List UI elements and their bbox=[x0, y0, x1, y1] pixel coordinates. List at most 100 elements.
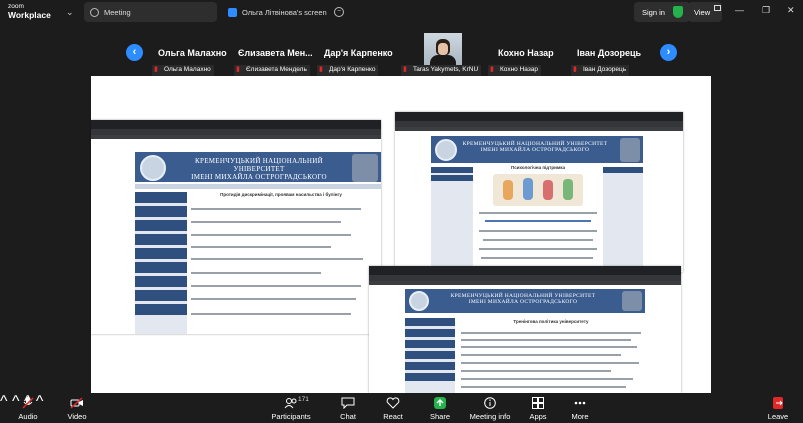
mic-muted-icon bbox=[22, 397, 34, 409]
browser-window-2[interactable]: КРЕМЕНЧУЦЬКИЙ НАЦІОНАЛЬНИЙ УНІВЕРСИТЕТ І… bbox=[395, 112, 683, 272]
tab-meeting-label: Meeting bbox=[104, 7, 131, 17]
browser-window-1[interactable]: КРЕМЕНЧУЦЬКИЙ НАЦІОНАЛЬНИЙ УНІВЕРСИТЕТ І… bbox=[91, 120, 381, 334]
mic-muted-icon: ▮ bbox=[236, 66, 240, 73]
meeting-icon bbox=[90, 7, 99, 17]
tile-label-1[interactable]: ▮ Ольга Малахно bbox=[152, 65, 214, 76]
next-page-button[interactable]: › bbox=[660, 44, 677, 61]
tile-label-text-1: Ольга Малахно bbox=[164, 66, 211, 73]
tile-name-2: Єлизавета Мен... bbox=[238, 48, 313, 58]
tile-label-text-4: Taras Yakymets, KrNU bbox=[413, 66, 479, 73]
site-sidebar bbox=[405, 318, 455, 393]
view-button[interactable]: View bbox=[688, 2, 722, 22]
mic-muted-icon: ▮ bbox=[319, 66, 323, 73]
tab-shared-screen[interactable]: Ольга Літвінова's screen − bbox=[222, 2, 350, 22]
view-label: View bbox=[694, 7, 711, 17]
info-icon bbox=[484, 397, 496, 409]
browser-tabbar bbox=[369, 266, 681, 275]
meeting-info-label: Meeting info bbox=[469, 412, 511, 421]
right-sidebar bbox=[603, 167, 643, 272]
share-icon bbox=[434, 397, 446, 409]
university-seal bbox=[409, 291, 429, 311]
chat-label: Chat bbox=[340, 412, 356, 421]
audio-button[interactable]: Audio bbox=[6, 393, 50, 423]
browser-tabbar bbox=[91, 120, 381, 129]
screen-share-icon bbox=[228, 7, 237, 17]
tile-label-text-5: Кохно Назар bbox=[500, 66, 539, 73]
participant-video-taras[interactable] bbox=[424, 33, 462, 65]
leave-button[interactable]: Leave bbox=[756, 393, 800, 423]
apps-icon bbox=[532, 397, 544, 409]
tile-label-2[interactable]: ▮ Єлизавета Мендель bbox=[234, 65, 310, 76]
mic-muted-icon: ▮ bbox=[573, 66, 577, 73]
sign-in-label: Sign in bbox=[642, 7, 665, 17]
tile-name-6: Іван Дозорець bbox=[577, 48, 642, 58]
tile-label-text-2: Єлизавета Мендель bbox=[246, 66, 307, 73]
university-banner-3: КРЕМЕНЧУЦЬКИЙ НАЦІОНАЛЬНИЙ УНІВЕРСИТЕТ І… bbox=[405, 289, 645, 313]
tile-label-4[interactable]: ▮ Taras Yakymets, KrNU bbox=[401, 65, 482, 76]
university-seal bbox=[140, 155, 166, 181]
banner-line-2: ІМЕНІ МИХАЙЛА ОСТРОГРАДСЬКОГО bbox=[468, 299, 578, 306]
participants-icon bbox=[284, 398, 297, 409]
tab-screen-label: Ольга Літвінова's screen bbox=[242, 7, 327, 17]
tile-label-text-3: Дар'я Карпенко bbox=[329, 66, 376, 73]
breadcrumb-bar bbox=[135, 184, 381, 189]
browser-window-3[interactable]: КРЕМЕНЧУЦЬКИЙ НАЦІОНАЛЬНИЙ УНІВЕРСИТЕТ І… bbox=[369, 266, 681, 393]
banner-line-1: КРЕМЕНЧУЦЬКИЙ НАЦІОНАЛЬНИЙ УНІВЕРСИТЕТ bbox=[195, 157, 323, 174]
zoom-logo: zoom Workplace bbox=[8, 2, 51, 20]
minimize-icon[interactable]: — bbox=[735, 5, 744, 15]
apps-button[interactable]: Apps bbox=[516, 393, 560, 423]
page-heading-1: Протидія дискримінації, проявам насильст… bbox=[220, 192, 342, 197]
tile-name-3: Дар'я Карпенко bbox=[324, 48, 393, 58]
page-heading-3: Тренінгова політика університету bbox=[513, 319, 589, 324]
meeting-info-button[interactable]: Meeting info bbox=[468, 393, 512, 423]
restore-icon[interactable]: ❐ bbox=[762, 5, 770, 16]
more-button[interactable]: More bbox=[558, 393, 602, 423]
tab-meeting[interactable]: Meeting bbox=[84, 2, 217, 22]
chat-button[interactable]: Chat bbox=[326, 393, 370, 423]
leave-icon bbox=[773, 397, 783, 409]
tile-label-5[interactable]: ▮ Кохно Назар bbox=[488, 65, 542, 76]
mic-muted-icon: ▮ bbox=[490, 66, 494, 73]
participant-count: 171 bbox=[298, 396, 309, 403]
founder-portrait bbox=[620, 138, 640, 162]
browser-bookmarks bbox=[369, 281, 681, 285]
react-button[interactable]: React bbox=[371, 393, 415, 423]
browser-bookmarks bbox=[91, 135, 381, 139]
chevron-down-icon[interactable]: ⌄ bbox=[66, 7, 74, 18]
share-label: Share bbox=[429, 412, 450, 421]
heart-icon bbox=[386, 397, 400, 409]
founder-portrait bbox=[352, 154, 378, 182]
site-sidebar bbox=[135, 192, 187, 334]
participant-strip: ‹ › Ольга Малахно ▮ Ольга Малахно Єлизаве… bbox=[0, 24, 803, 76]
share-button[interactable]: Share bbox=[418, 393, 462, 423]
shared-screen[interactable]: КРЕМЕНЧУЦЬКИЙ НАЦІОНАЛЬНИЙ УНІВЕРСИТЕТ І… bbox=[91, 76, 711, 393]
grid-view-icon bbox=[714, 5, 721, 11]
mic-muted-icon: ▮ bbox=[403, 66, 407, 73]
university-seal bbox=[435, 139, 457, 161]
title-bar: zoom Workplace ⌄ Meeting Ольга Літвінова… bbox=[0, 0, 803, 24]
more-icon bbox=[574, 401, 586, 405]
audio-label: Audio bbox=[18, 412, 38, 421]
tile-name-1: Ольга Малахно bbox=[158, 48, 227, 58]
close-window-icon[interactable]: ✕ bbox=[787, 5, 795, 16]
avatar-face bbox=[438, 43, 448, 55]
video-button[interactable]: Video bbox=[55, 393, 99, 423]
shield-icon[interactable] bbox=[673, 6, 683, 18]
zoom-window: zoom Workplace ⌄ Meeting Ольга Літвінова… bbox=[0, 0, 803, 423]
page-heading-2: Психологічна підтримка bbox=[511, 165, 565, 170]
banner-line-2: ІМЕНІ МИХАЙЛА ОСТРОГРАДСЬКОГО bbox=[480, 147, 590, 154]
more-label: More bbox=[571, 412, 589, 421]
support-illustration bbox=[493, 174, 583, 206]
tile-label-3[interactable]: ▮ Дар'я Карпенко bbox=[317, 65, 379, 76]
prev-page-button[interactable]: ‹ bbox=[126, 44, 143, 61]
close-icon[interactable]: − bbox=[334, 7, 344, 17]
tile-label-6[interactable]: ▮ Іван Дозорець bbox=[571, 65, 630, 76]
leave-label: Leave bbox=[767, 412, 789, 421]
meeting-toolbar: Audio ^ Video ^ Participants 171 ^ Chat … bbox=[0, 393, 803, 423]
video-off-icon bbox=[70, 397, 83, 409]
brand-line-2: Workplace bbox=[8, 10, 51, 20]
founder-portrait bbox=[622, 291, 642, 311]
site-sidebar bbox=[431, 167, 473, 272]
tile-name-5: Кохно Назар bbox=[498, 48, 554, 58]
react-label: React bbox=[383, 412, 403, 421]
